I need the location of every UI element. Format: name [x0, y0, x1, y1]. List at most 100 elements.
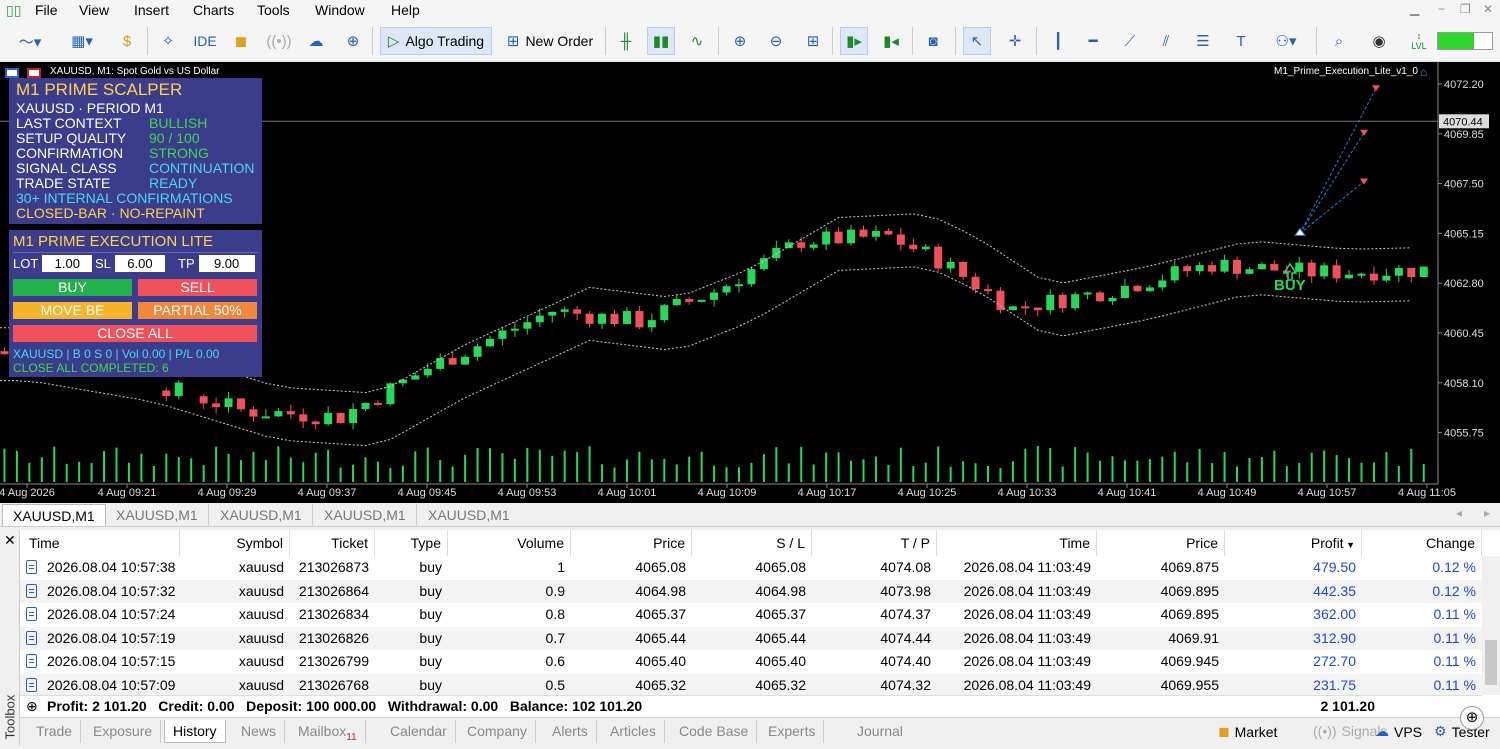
lvl-icon[interactable]: ↕ LVL	[1404, 27, 1434, 55]
table-row[interactable]: 2026.08.04 10:57:32 xauusd 213026864 buy 0.9…	[20, 579, 1482, 603]
close-toolbox-icon[interactable]: ✕	[4, 532, 16, 549]
screenshot-icon[interactable]: ◙	[920, 27, 946, 55]
column-header[interactable]: S / L	[692, 530, 812, 556]
column-header[interactable]: Time	[937, 530, 1097, 556]
window-minimize-icon[interactable]: ▁	[1410, 2, 1419, 16]
window-close-icon[interactable]: ✕	[1483, 2, 1493, 16]
expand-icon[interactable]: ⊕	[26, 696, 38, 717]
globe-add-icon[interactable]: ⊕	[340, 27, 366, 55]
history-table: Time Symbol Ticket Type Volume Price S / LT / …	[20, 530, 1500, 718]
sell-button[interactable]: SELL	[138, 279, 257, 296]
candle-body	[971, 276, 980, 290]
grid-icon[interactable]: ⊞	[800, 27, 826, 55]
account-icon[interactable]: ◉	[1366, 27, 1392, 55]
column-header[interactable]: Profit ▼	[1225, 530, 1362, 556]
chart-menu-icon[interactable]	[5, 66, 43, 78]
ide-button[interactable]: IDE	[190, 27, 220, 55]
tab-journal[interactable]: Journal	[849, 720, 911, 743]
chart-tab[interactable]: XAUUSD,M1	[314, 504, 417, 526]
chart-type-icon[interactable]: 〜▾	[10, 27, 50, 55]
tab-alerts[interactable]: Alerts	[544, 720, 597, 743]
table-row[interactable]: 2026.08.04 10:57:24 xauusd 213026834 buy 0.8…	[20, 603, 1482, 626]
tab-calendar[interactable]: Calendar	[382, 720, 456, 743]
chart-tab[interactable]: XAUUSD,M1	[2, 504, 106, 526]
column-header[interactable]: Ticket	[290, 530, 375, 556]
trendline-icon[interactable]: ⟋	[1117, 27, 1143, 55]
tab-exposure[interactable]: Exposure	[85, 720, 162, 743]
column-header[interactable]: Type	[375, 530, 448, 556]
column-header[interactable]: Symbol	[180, 530, 290, 556]
tab-experts[interactable]: Experts	[760, 720, 825, 743]
zoom-view-icon[interactable]: ⊕	[1460, 706, 1484, 730]
tab-history[interactable]: History	[164, 720, 226, 743]
column-header[interactable]: Change	[1362, 530, 1482, 556]
price-chart[interactable]: 4072.20 4069.85 4067.50 4065.15 4062.80 4060.…	[0, 62, 1500, 503]
partial-button[interactable]: PARTIAL 50%	[138, 302, 257, 319]
shapes-icon[interactable]: ⚇▾	[1264, 27, 1308, 55]
table-row[interactable]: 2026.08.04 10:57:15 xauusd 213026799 buy 0.6…	[20, 650, 1482, 673]
move-be-button[interactable]: MOVE BE	[13, 302, 132, 319]
tab-scroll-left-icon[interactable]: ◂	[1456, 506, 1462, 520]
window-minimize2-icon[interactable]: −	[1438, 2, 1445, 16]
menu-file[interactable]: File	[35, 2, 58, 18]
window-restore-icon[interactable]: ❐	[1460, 2, 1471, 16]
signal-icon[interactable]: ((•))	[266, 27, 292, 55]
sl-input[interactable]: 6.00	[114, 255, 165, 272]
column-header[interactable]: Price	[1097, 530, 1225, 556]
column-header[interactable]: T / P	[812, 530, 937, 556]
sparkle-icon[interactable]: ✧	[155, 27, 181, 55]
algo-trading-button[interactable]: ▷ Algo Trading	[380, 27, 492, 55]
menu-insert[interactable]: Insert	[134, 2, 169, 18]
zoom-in-icon[interactable]: ⊕	[727, 27, 753, 55]
table-row[interactable]: 2026.08.04 10:57:19 xauusd 213026826 buy 0.7…	[20, 626, 1482, 650]
text-icon[interactable]: T	[1228, 27, 1254, 55]
column-header[interactable]: Price	[571, 530, 692, 556]
sort-desc-icon[interactable]: ▼	[1344, 540, 1355, 550]
cursor-icon[interactable]: ↖	[963, 27, 991, 55]
tab-news[interactable]: News	[233, 720, 286, 743]
tab-code-base[interactable]: Code Base	[671, 720, 758, 743]
tab-scroll-right-icon[interactable]: ▸	[1484, 506, 1490, 520]
menu-help[interactable]: Help	[391, 2, 420, 18]
column-header[interactable]: Volume	[448, 530, 571, 556]
scrollbar-thumb[interactable]	[1485, 640, 1497, 685]
tab-trade[interactable]: Trade	[28, 720, 82, 743]
close-all-button[interactable]: CLOSE ALL	[13, 325, 257, 342]
channel-icon[interactable]: ⫽	[1153, 27, 1179, 55]
history-scrollbar[interactable]	[1482, 556, 1500, 695]
market-button[interactable]: ◼ Market	[1218, 723, 1277, 740]
buy-button[interactable]: BUY	[13, 279, 132, 296]
horizontal-line-icon[interactable]: ━	[1080, 27, 1106, 55]
lot-input[interactable]: 1.00	[42, 255, 93, 272]
tp-input[interactable]: 9.00	[198, 255, 255, 272]
menu-window[interactable]: Window	[315, 2, 365, 18]
crosshair-icon[interactable]: ✛	[1002, 27, 1028, 55]
column-header[interactable]: Time	[20, 530, 180, 556]
tab-company[interactable]: Company	[459, 720, 536, 743]
chart-shift-icon[interactable]: ▮◂	[878, 27, 904, 55]
zoom-out-icon[interactable]: ⊖	[763, 27, 789, 55]
chart-tab[interactable]: XAUUSD,M1	[210, 504, 313, 526]
tab-articles[interactable]: Articles	[602, 720, 665, 743]
bar-chart-icon[interactable]: ╫	[613, 27, 639, 55]
tab-mailbox[interactable]: Mailbox11	[290, 720, 366, 743]
menu-charts[interactable]: Charts	[193, 2, 234, 18]
dollar-icon[interactable]: $	[114, 27, 140, 55]
cloud-icon[interactable]: ☁	[303, 27, 329, 55]
menu-view[interactable]: View	[79, 2, 109, 18]
autoscroll-icon[interactable]: ▮▸	[840, 27, 868, 55]
chart-tab[interactable]: XAUUSD,M1	[418, 504, 520, 526]
menu-tools[interactable]: Tools	[257, 2, 290, 18]
candlestick-icon[interactable]: ▮▮	[647, 27, 675, 55]
vps-button[interactable]: ☁ VPS	[1375, 723, 1422, 740]
vertical-line-icon[interactable]: ┃	[1045, 27, 1071, 55]
table-row[interactable]: 2026.08.04 10:57:09 xauusd 213026768 buy 0.5…	[20, 673, 1482, 697]
fibonacci-icon[interactable]: ☰	[1190, 27, 1216, 55]
table-row[interactable]: 2026.08.04 10:57:38 xauusd 213026873 buy 1 40…	[20, 556, 1482, 579]
line-chart-icon[interactable]: ∿	[684, 27, 710, 55]
search-icon[interactable]: ⌕	[1326, 27, 1352, 55]
new-order-button[interactable]: ⊞ New Order	[502, 27, 598, 55]
chart-tab[interactable]: XAUUSD,M1	[106, 504, 209, 526]
market-bag-icon[interactable]: ◼	[228, 27, 254, 55]
chart-template-icon[interactable]: ▦▾	[60, 27, 104, 55]
